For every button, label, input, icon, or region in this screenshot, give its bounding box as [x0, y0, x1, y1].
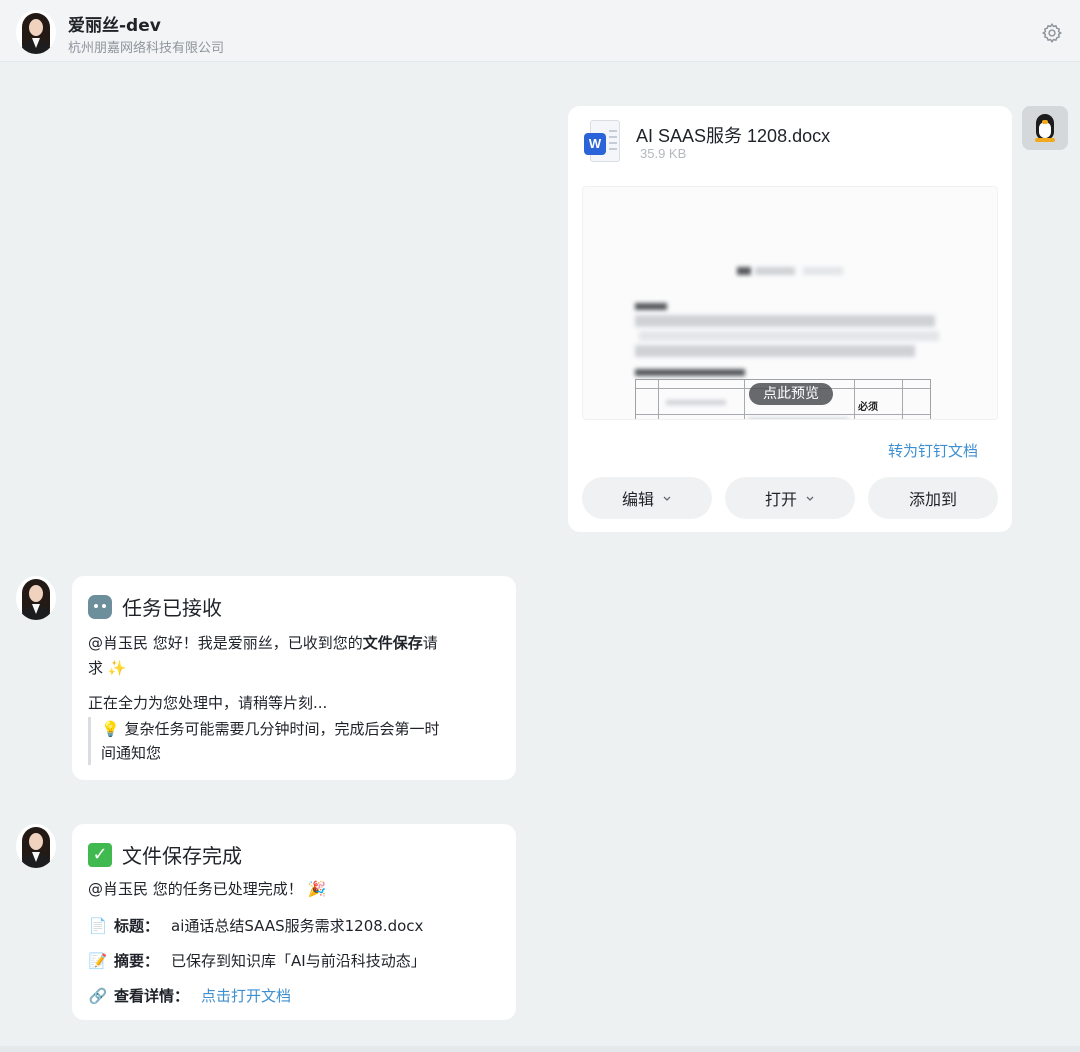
message-text-part: 请 — [422, 634, 438, 652]
card-title: 任务已接收 — [88, 592, 222, 621]
result-details-label: 查看详情： — [114, 987, 190, 1005]
open-button[interactable]: 打开 — [725, 477, 855, 519]
card-title-text: 任务已接收 — [122, 596, 222, 620]
tip-text: 复杂任务可能需要几分钟时间，完成后会第一时 — [124, 720, 440, 738]
result-details-row: 🔗 查看详情： 点击打开文档 — [88, 985, 291, 1006]
party-popper-icon: 🎉 — [307, 880, 327, 898]
chat-header: 爱丽丝-dev 杭州朋嘉网络科技有限公司 — [0, 0, 1080, 62]
task-received-card: 任务已接收 @肖玉民 您好！我是爱丽丝，已收到您的文件保存请 求 ✨ 正在全力为… — [72, 576, 516, 780]
sparkles-icon: ✨ — [107, 659, 127, 677]
convert-to-dingtalk-doc-link[interactable]: 转为钉钉文档 — [888, 440, 978, 461]
memo-icon: 📝 — [88, 951, 108, 970]
file-message-card[interactable]: W AI SAAS服务 1208.docx 35.9 KB 必须 点此预览 转为… — [568, 106, 1012, 532]
robot-icon — [88, 594, 112, 619]
document-icon: 📄 — [88, 916, 108, 935]
processing-text: 正在全力为您处理中，请稍等片刻... — [88, 694, 328, 712]
tip-text: 间通知您 — [101, 744, 162, 762]
bot-avatar[interactable] — [16, 824, 56, 868]
result-summary-label: 摘要： — [114, 952, 160, 970]
bot-avatar[interactable] — [16, 576, 56, 620]
add-to-button-label: 添加到 — [908, 490, 957, 509]
message-text-bold: 文件保存 — [362, 634, 423, 652]
result-title-row: 📄 标题： ai通话总结SAAS服务需求1208.docx — [88, 915, 424, 936]
chat-subtitle: 杭州朋嘉网络科技有限公司 — [68, 41, 225, 56]
preview-required-cell: 必须 — [858, 402, 878, 413]
file-size: 35.9 KB — [640, 146, 687, 161]
tip-quote: 💡 复杂任务可能需要几分钟时间，完成后会第一时 间通知您 — [88, 717, 439, 765]
edit-button-label: 编辑 — [621, 490, 654, 509]
open-document-link[interactable]: 点击打开文档 — [201, 985, 291, 1006]
result-summary-value: 已保存到知识库「AI与前沿科技动态」 — [171, 952, 426, 970]
result-title-label: 标题： — [114, 917, 160, 935]
lightbulb-icon: 💡 — [101, 720, 120, 738]
link-icon: 🔗 — [88, 986, 108, 1005]
word-doc-icon: W — [584, 120, 620, 164]
chevron-down-icon — [806, 496, 814, 501]
check-mark-icon: ✓ — [88, 842, 112, 867]
chevron-down-icon — [663, 496, 671, 501]
user-avatar[interactable] — [1022, 106, 1068, 150]
message-text: @肖玉民 您的任务已处理完成！ 🎉 — [88, 877, 326, 902]
bot-avatar[interactable] — [16, 10, 56, 54]
card-title: ✓ 文件保存完成 — [88, 840, 242, 869]
gear-icon[interactable] — [1041, 22, 1063, 44]
result-title-value: ai通话总结SAAS服务需求1208.docx — [171, 917, 424, 935]
message-text-part: @肖玉民 您好！我是爱丽丝，已收到您的 — [88, 634, 363, 652]
message-text-part: 求 — [88, 659, 104, 677]
message-text-part: @肖玉民 您的任务已处理完成！ — [88, 880, 303, 898]
message-text: @肖玉民 您好！我是爱丽丝，已收到您的文件保存请 求 ✨ — [88, 631, 438, 681]
file-name[interactable]: AI SAAS服务 1208.docx — [636, 122, 830, 148]
preview-hint[interactable]: 点此预览 — [749, 383, 833, 405]
next-message-edge — [0, 1046, 1080, 1052]
document-preview[interactable]: 必须 点此预览 — [582, 186, 998, 420]
result-summary-row: 📝 摘要： 已保存到知识库「AI与前沿科技动态」 — [88, 950, 426, 971]
edit-button[interactable]: 编辑 — [582, 477, 712, 519]
card-title-text: 文件保存完成 — [122, 844, 242, 868]
file-saved-card: ✓ 文件保存完成 @肖玉民 您的任务已处理完成！ 🎉 📄 标题： ai通话总结S… — [72, 824, 516, 1020]
add-to-button[interactable]: 添加到 — [868, 477, 998, 519]
open-button-label: 打开 — [764, 490, 797, 509]
chat-title: 爱丽丝-dev — [68, 16, 161, 36]
